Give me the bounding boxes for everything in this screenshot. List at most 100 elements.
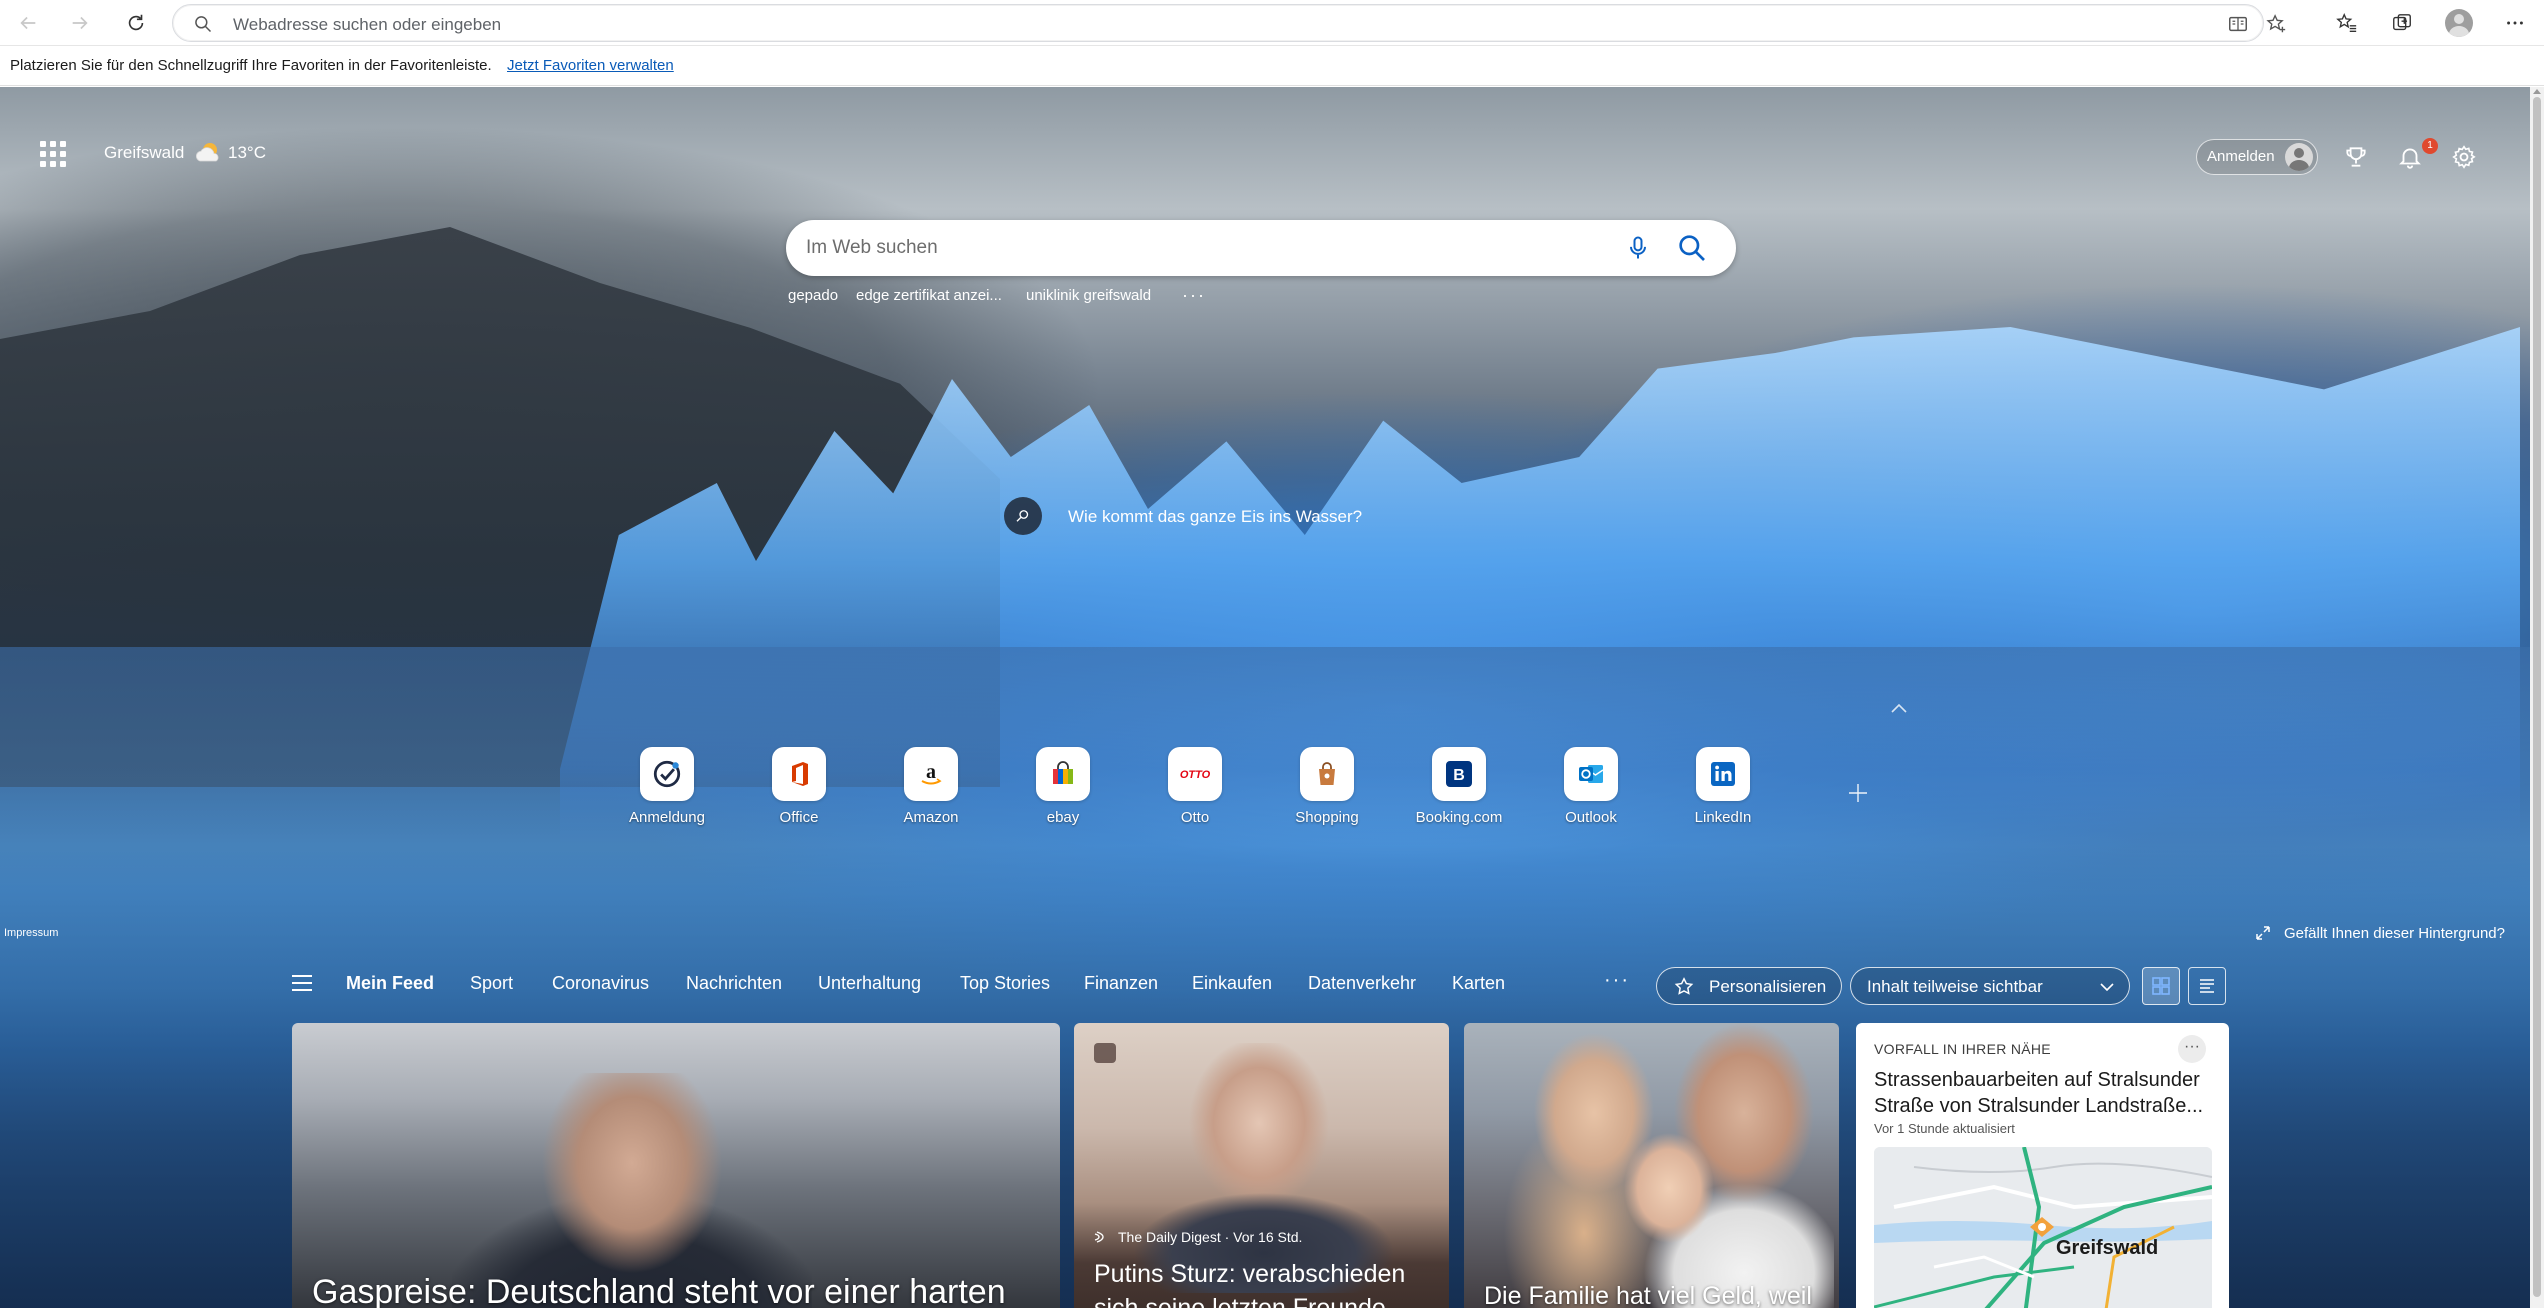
svg-text:a: a bbox=[926, 761, 936, 783]
tab-karten[interactable]: Karten bbox=[1452, 973, 1505, 994]
microphone-icon[interactable] bbox=[1624, 234, 1652, 262]
notification-badge: 1 bbox=[2422, 138, 2438, 154]
background-feedback-text: Gefällt Ihnen dieser Hintergrund? bbox=[2284, 925, 2505, 942]
local-incident-card[interactable]: VORFALL IN IHRER NÄHE ··· Strassenbauarb… bbox=[1856, 1023, 2229, 1308]
profile-button[interactable] bbox=[2442, 6, 2476, 40]
apps-launcher-button[interactable] bbox=[40, 141, 66, 167]
quick-link-label: ebay bbox=[1046, 809, 1080, 826]
search-suggestion[interactable]: uniklinik greifswald bbox=[1026, 287, 1151, 304]
quick-link-label: Office bbox=[779, 809, 819, 826]
quick-link-label: Shopping bbox=[1295, 809, 1359, 826]
news-card-source: The Daily Digest · Vor 16 Std. bbox=[1118, 1229, 1303, 1245]
quick-link-linkedin[interactable]: LinkedIn bbox=[1678, 747, 1768, 826]
tab-coronavirus[interactable]: Coronavirus bbox=[552, 973, 649, 994]
quick-link-label: Otto bbox=[1180, 809, 1210, 826]
news-card-family[interactable]: Die Familie hat viel Geld, weil bbox=[1464, 1023, 1839, 1308]
quick-link-booking[interactable]: B Booking.com bbox=[1414, 747, 1504, 826]
booking-icon: B bbox=[1432, 747, 1486, 801]
more-horizontal-icon bbox=[2507, 21, 2523, 25]
office-icon bbox=[772, 747, 826, 801]
grid-layout-button[interactable] bbox=[2142, 967, 2180, 1005]
suggestions-more-button[interactable]: ··· bbox=[1182, 285, 1206, 306]
web-search-box[interactable] bbox=[786, 220, 1736, 276]
quick-link-anmeldung[interactable]: Anmeldung bbox=[622, 747, 712, 826]
news-card-title: Putins Sturz: verabschieden sich seine l… bbox=[1094, 1260, 1406, 1308]
personalize-button[interactable]: Personalisieren bbox=[1656, 967, 1842, 1005]
quick-link-label: Outlook bbox=[1565, 809, 1617, 826]
tab-unterhaltung[interactable]: Unterhaltung bbox=[818, 973, 921, 994]
weather-city[interactable]: Greifswald bbox=[104, 143, 184, 163]
impressum-link[interactable]: Impressum bbox=[4, 927, 58, 939]
background-search-icon bbox=[1004, 497, 1042, 535]
linkedin-icon bbox=[1696, 747, 1750, 801]
signin-label: Anmelden bbox=[2207, 148, 2275, 165]
reader-mode-icon[interactable] bbox=[2227, 13, 2249, 35]
svg-text:OTTO: OTTO bbox=[1180, 769, 1211, 781]
quick-link-label: Amazon bbox=[903, 809, 959, 826]
collections-icon bbox=[2393, 14, 2411, 31]
quick-link-office[interactable]: Office bbox=[754, 747, 844, 826]
profile-avatar bbox=[2445, 9, 2473, 37]
quick-link-label: Anmeldung bbox=[629, 809, 705, 826]
collections-button[interactable] bbox=[2385, 6, 2419, 40]
favorites-bar-message: Platzieren Sie für den Schnellzugriff Ih… bbox=[10, 57, 492, 74]
news-card-putin[interactable]: The Daily Digest · Vor 16 Std. Putins St… bbox=[1074, 1023, 1449, 1308]
rewards-button[interactable] bbox=[2340, 141, 2372, 173]
weather-temperature[interactable]: 13°C bbox=[228, 143, 266, 163]
tab-finanzen[interactable]: Finanzen bbox=[1084, 973, 1158, 994]
gallery-icon bbox=[1094, 1043, 1116, 1063]
search-suggestion[interactable]: gepado bbox=[788, 287, 838, 304]
quick-link-otto[interactable]: OTTO Otto bbox=[1150, 747, 1240, 826]
tab-top-stories[interactable]: Top Stories bbox=[960, 973, 1050, 994]
tab-einkaufen[interactable]: Einkaufen bbox=[1192, 973, 1272, 994]
reload-button[interactable] bbox=[118, 5, 154, 41]
scroll-up-icon[interactable] bbox=[2532, 87, 2542, 95]
news-card-title: Gaspreise: Deutschland steht vor einer h… bbox=[312, 1273, 1006, 1308]
quick-link-ebay[interactable]: ebay bbox=[1018, 747, 1108, 826]
content-visibility-dropdown[interactable]: Inhalt teilweise sichtbar bbox=[1850, 967, 2130, 1005]
feed-navigation: Mein Feed Sport Coronavirus Nachrichten … bbox=[0, 959, 2530, 1011]
add-quick-link-icon[interactable] bbox=[1846, 781, 1870, 805]
signin-button[interactable]: Anmelden bbox=[2196, 139, 2318, 175]
forward-button[interactable] bbox=[62, 5, 98, 41]
settings-menu-button[interactable] bbox=[2498, 6, 2532, 40]
tab-nachrichten[interactable]: Nachrichten bbox=[686, 973, 782, 994]
otto-icon: OTTO bbox=[1168, 747, 1222, 801]
local-card-more-button[interactable]: ··· bbox=[2178, 1035, 2206, 1063]
favorites-button[interactable] bbox=[2330, 6, 2364, 40]
map-graphic bbox=[1874, 1147, 2212, 1308]
amazon-icon: a bbox=[904, 747, 958, 801]
grid-icon bbox=[2152, 977, 2170, 995]
address-bar[interactable]: Webadresse suchen oder eingeben bbox=[172, 4, 2286, 42]
favorites-bar: Platzieren Sie für den Schnellzugriff Ih… bbox=[0, 46, 2544, 86]
tab-datenverkehr[interactable]: Datenverkehr bbox=[1308, 973, 1416, 994]
tab-mein-feed[interactable]: Mein Feed bbox=[346, 973, 434, 994]
chevron-up-icon[interactable] bbox=[1888, 699, 1910, 717]
map-city-label: Greifswald bbox=[2056, 1237, 2159, 1259]
quick-link-amazon[interactable]: a Amazon bbox=[886, 747, 976, 826]
quick-link-label: LinkedIn bbox=[1694, 809, 1752, 826]
star-edit-icon bbox=[1674, 977, 1694, 995]
list-layout-button[interactable] bbox=[2188, 967, 2226, 1005]
feed-more-tabs-button[interactable]: ··· bbox=[1604, 969, 1630, 992]
manage-favorites-link[interactable]: Jetzt Favoriten verwalten bbox=[507, 57, 674, 74]
shopping-icon bbox=[1300, 747, 1354, 801]
quick-link-outlook[interactable]: Outlook bbox=[1546, 747, 1636, 826]
back-button[interactable] bbox=[10, 5, 46, 41]
page-settings-button[interactable] bbox=[2448, 141, 2480, 173]
tab-sport[interactable]: Sport bbox=[470, 973, 513, 994]
browser-toolbar: Webadresse suchen oder eingeben bbox=[0, 0, 2544, 46]
web-search-input[interactable] bbox=[806, 234, 1566, 262]
add-favorite-icon[interactable] bbox=[2265, 13, 2287, 35]
search-submit-icon[interactable] bbox=[1676, 232, 1708, 264]
search-suggestion[interactable]: edge zertifikat anzei... bbox=[856, 287, 1002, 304]
page-scrollbar[interactable] bbox=[2530, 87, 2544, 1308]
feed-menu-button[interactable] bbox=[292, 975, 314, 993]
quick-link-shopping[interactable]: Shopping bbox=[1282, 747, 1372, 826]
incident-map[interactable]: Greifswald bbox=[1874, 1147, 2212, 1308]
source-logo-icon bbox=[1094, 1231, 1104, 1243]
scrollbar-thumb[interactable] bbox=[2533, 97, 2541, 1297]
reload-icon bbox=[128, 14, 144, 31]
chevron-down-icon bbox=[2100, 983, 2114, 992]
news-card-main[interactable]: Gaspreise: Deutschland steht vor einer h… bbox=[292, 1023, 1060, 1308]
